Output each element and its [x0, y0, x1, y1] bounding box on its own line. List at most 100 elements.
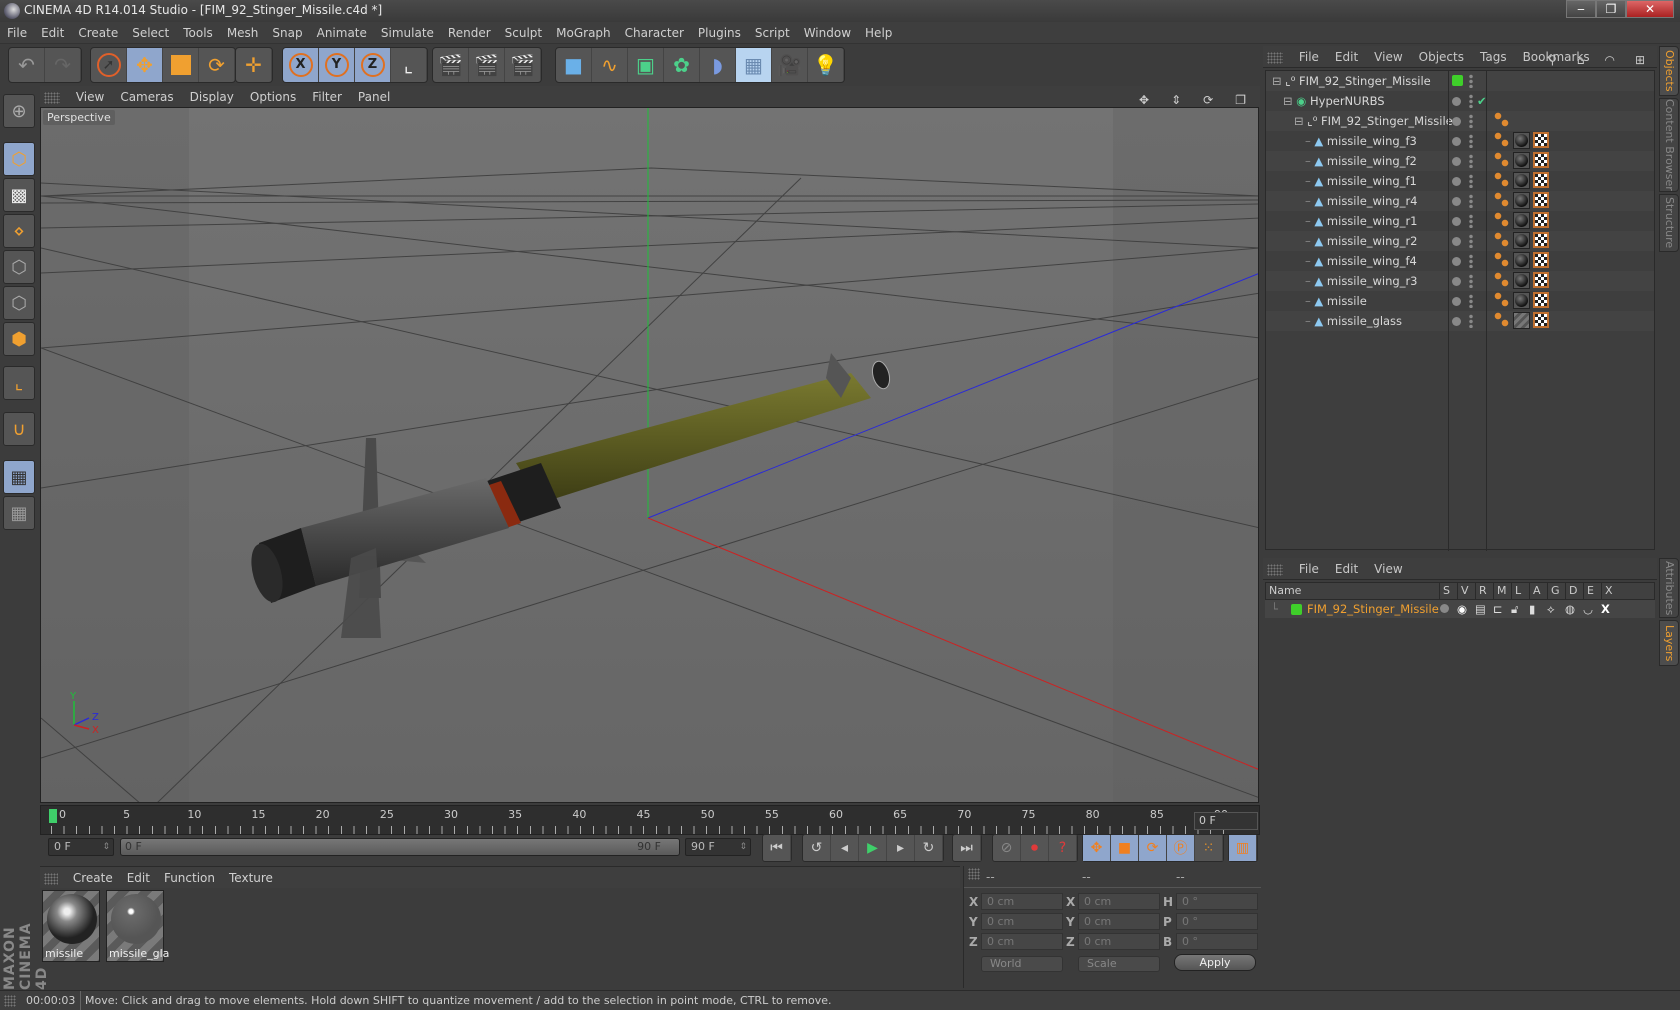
column-render[interactable]: R: [1475, 583, 1493, 599]
home-icon[interactable]: ⌂: [1569, 49, 1593, 71]
timeline-icon[interactable]: ▥: [1229, 835, 1257, 861]
rotation-key-icon[interactable]: ⟳: [1139, 835, 1167, 861]
objects-menu-tags[interactable]: Tags: [1472, 46, 1515, 68]
column-manager[interactable]: M: [1493, 583, 1511, 599]
panel-grip[interactable]: [1267, 51, 1283, 64]
visibility-dot[interactable]: [1452, 97, 1461, 106]
layer-lock-icon[interactable]: 🔓︎: [1511, 600, 1518, 618]
uvw-tag-icon[interactable]: [1533, 272, 1549, 288]
position-y-field[interactable]: 0 cm: [981, 913, 1063, 930]
uvw-tag-icon[interactable]: [1533, 192, 1549, 208]
material-tag-icon[interactable]: [1513, 232, 1530, 249]
phong-tag-icon[interactable]: [1494, 212, 1510, 228]
material-tag-icon[interactable]: [1513, 272, 1530, 289]
material-tag-icon[interactable]: [1513, 192, 1530, 209]
menu-help[interactable]: Help: [858, 22, 899, 44]
planar-workplane-icon[interactable]: ▦: [3, 496, 35, 530]
layer-expression-icon[interactable]: ◡: [1583, 600, 1593, 618]
rotation-b-field[interactable]: 0 °: [1176, 933, 1258, 950]
object-row[interactable]: – ▲ missile_wing_f4: [1266, 251, 1654, 271]
points-mode-icon[interactable]: ⬡: [3, 250, 35, 284]
menu-window[interactable]: Window: [797, 22, 858, 44]
camera-icon[interactable]: 🎥: [772, 48, 808, 82]
next-key-icon[interactable]: ↻: [915, 835, 943, 861]
previous-key-icon[interactable]: ↺: [803, 835, 831, 861]
uvw-tag-icon[interactable]: [1533, 172, 1549, 188]
camera-label[interactable]: Perspective: [43, 110, 115, 125]
column-xrefs[interactable]: X: [1601, 583, 1619, 599]
uvw-tag-icon[interactable]: [1533, 152, 1549, 168]
material-menu-create[interactable]: Create: [66, 867, 120, 889]
menu-plugins[interactable]: Plugins: [691, 22, 748, 44]
object-row[interactable]: ⊟ ⌞⁰ FIM_92_Stinger_Missile: [1266, 111, 1654, 131]
object-name[interactable]: missile_wing_r4: [1327, 194, 1418, 208]
phong-tag-icon[interactable]: [1494, 152, 1510, 168]
layer-deformer-icon[interactable]: ◍: [1565, 600, 1575, 618]
tab-attributes[interactable]: Attributes: [1659, 558, 1679, 618]
visibility-dot[interactable]: [1452, 297, 1461, 306]
phong-tag-icon[interactable]: [1494, 272, 1510, 288]
viewport-menu-options[interactable]: Options: [242, 86, 304, 108]
material-tag-icon[interactable]: [1513, 152, 1530, 169]
axis-mode-icon[interactable]: ⌞: [3, 366, 35, 400]
search-icon[interactable]: ⚲: [1540, 49, 1565, 71]
model-mode-icon[interactable]: ⬡: [3, 142, 35, 176]
z-axis-lock-icon[interactable]: Z: [355, 48, 391, 82]
array-icon[interactable]: ✿: [664, 48, 700, 82]
object-row[interactable]: – ▲ missile_wing_r4: [1266, 191, 1654, 211]
object-row[interactable]: – ▲ missile: [1266, 291, 1654, 311]
restore-button[interactable]: ❐: [1596, 0, 1626, 18]
column-deformers[interactable]: D: [1565, 583, 1583, 599]
previous-frame-icon[interactable]: ◂: [831, 835, 859, 861]
render-visibility-dots[interactable]: [1469, 94, 1473, 108]
object-row[interactable]: – ▲ missile_wing_r3: [1266, 271, 1654, 291]
rotation-p-field[interactable]: 0 °: [1176, 913, 1258, 930]
menu-character[interactable]: Character: [618, 22, 691, 44]
subdivision-surface-icon[interactable]: ▣: [628, 48, 664, 82]
menu-file[interactable]: File: [0, 22, 34, 44]
panel-grip[interactable]: [4, 995, 16, 1007]
menu-snap[interactable]: Snap: [265, 22, 309, 44]
render-visibility-dots[interactable]: [1469, 254, 1473, 268]
layer-color-badge[interactable]: [1452, 75, 1463, 86]
column-solo[interactable]: S: [1439, 583, 1457, 599]
object-name[interactable]: missile_wing_f1: [1327, 174, 1417, 188]
visibility-dot[interactable]: [1452, 277, 1461, 286]
render-view-icon[interactable]: 🎬: [433, 48, 469, 82]
material-swatch[interactable]: missile_gla: [106, 890, 169, 962]
uvw-tag-icon[interactable]: [1533, 132, 1549, 148]
menu-sculpt[interactable]: Sculpt: [498, 22, 549, 44]
size-y-field[interactable]: 0 cm: [1078, 913, 1160, 930]
menu-tools[interactable]: Tools: [176, 22, 220, 44]
object-name[interactable]: FIM_92_Stinger_Missile: [1321, 114, 1453, 128]
object-row[interactable]: – ▲ missile_wing_f1: [1266, 171, 1654, 191]
layer-solo-toggle[interactable]: [1440, 604, 1449, 613]
polygons-mode-icon[interactable]: ⬢: [3, 322, 35, 356]
timeline-ruler[interactable]: 051015202530354045505560657075808590: [40, 805, 1260, 835]
coordinate-system-icon[interactable]: ⌞: [391, 48, 427, 82]
objects-menu-view[interactable]: View: [1366, 46, 1410, 68]
render-visibility-dots[interactable]: [1469, 74, 1473, 88]
column-visible[interactable]: V: [1457, 583, 1475, 599]
column-locked[interactable]: L: [1511, 583, 1529, 599]
visibility-dot[interactable]: [1452, 197, 1461, 206]
panel-grip[interactable]: [44, 872, 58, 885]
phong-tag-icon[interactable]: [1494, 232, 1510, 248]
layer-color-swatch[interactable]: [1291, 604, 1302, 615]
tab-layers[interactable]: Layers: [1659, 620, 1679, 666]
uvw-tag-icon[interactable]: [1533, 252, 1549, 268]
layer-render-clapper-icon[interactable]: ▤: [1475, 600, 1486, 618]
panel-grip[interactable]: [1267, 563, 1283, 576]
object-name[interactable]: missile_wing_f4: [1327, 254, 1417, 268]
current-frame-field[interactable]: 0 F: [1194, 812, 1258, 830]
visibility-dot[interactable]: [1452, 317, 1461, 326]
material-tag-icon[interactable]: [1513, 132, 1530, 149]
object-row[interactable]: – ▲ missile_glass: [1266, 311, 1654, 331]
uvw-tag-icon[interactable]: [1533, 212, 1549, 228]
phong-tag-icon[interactable]: [1494, 312, 1510, 328]
move-tool-icon[interactable]: ✛: [236, 48, 272, 82]
uvw-tag-icon[interactable]: [1533, 232, 1549, 248]
play-icon[interactable]: ▶: [859, 835, 887, 861]
end-frame-field[interactable]: 90 F: [685, 838, 751, 856]
coordinate-mode-dropdown[interactable]: World: [981, 956, 1063, 972]
